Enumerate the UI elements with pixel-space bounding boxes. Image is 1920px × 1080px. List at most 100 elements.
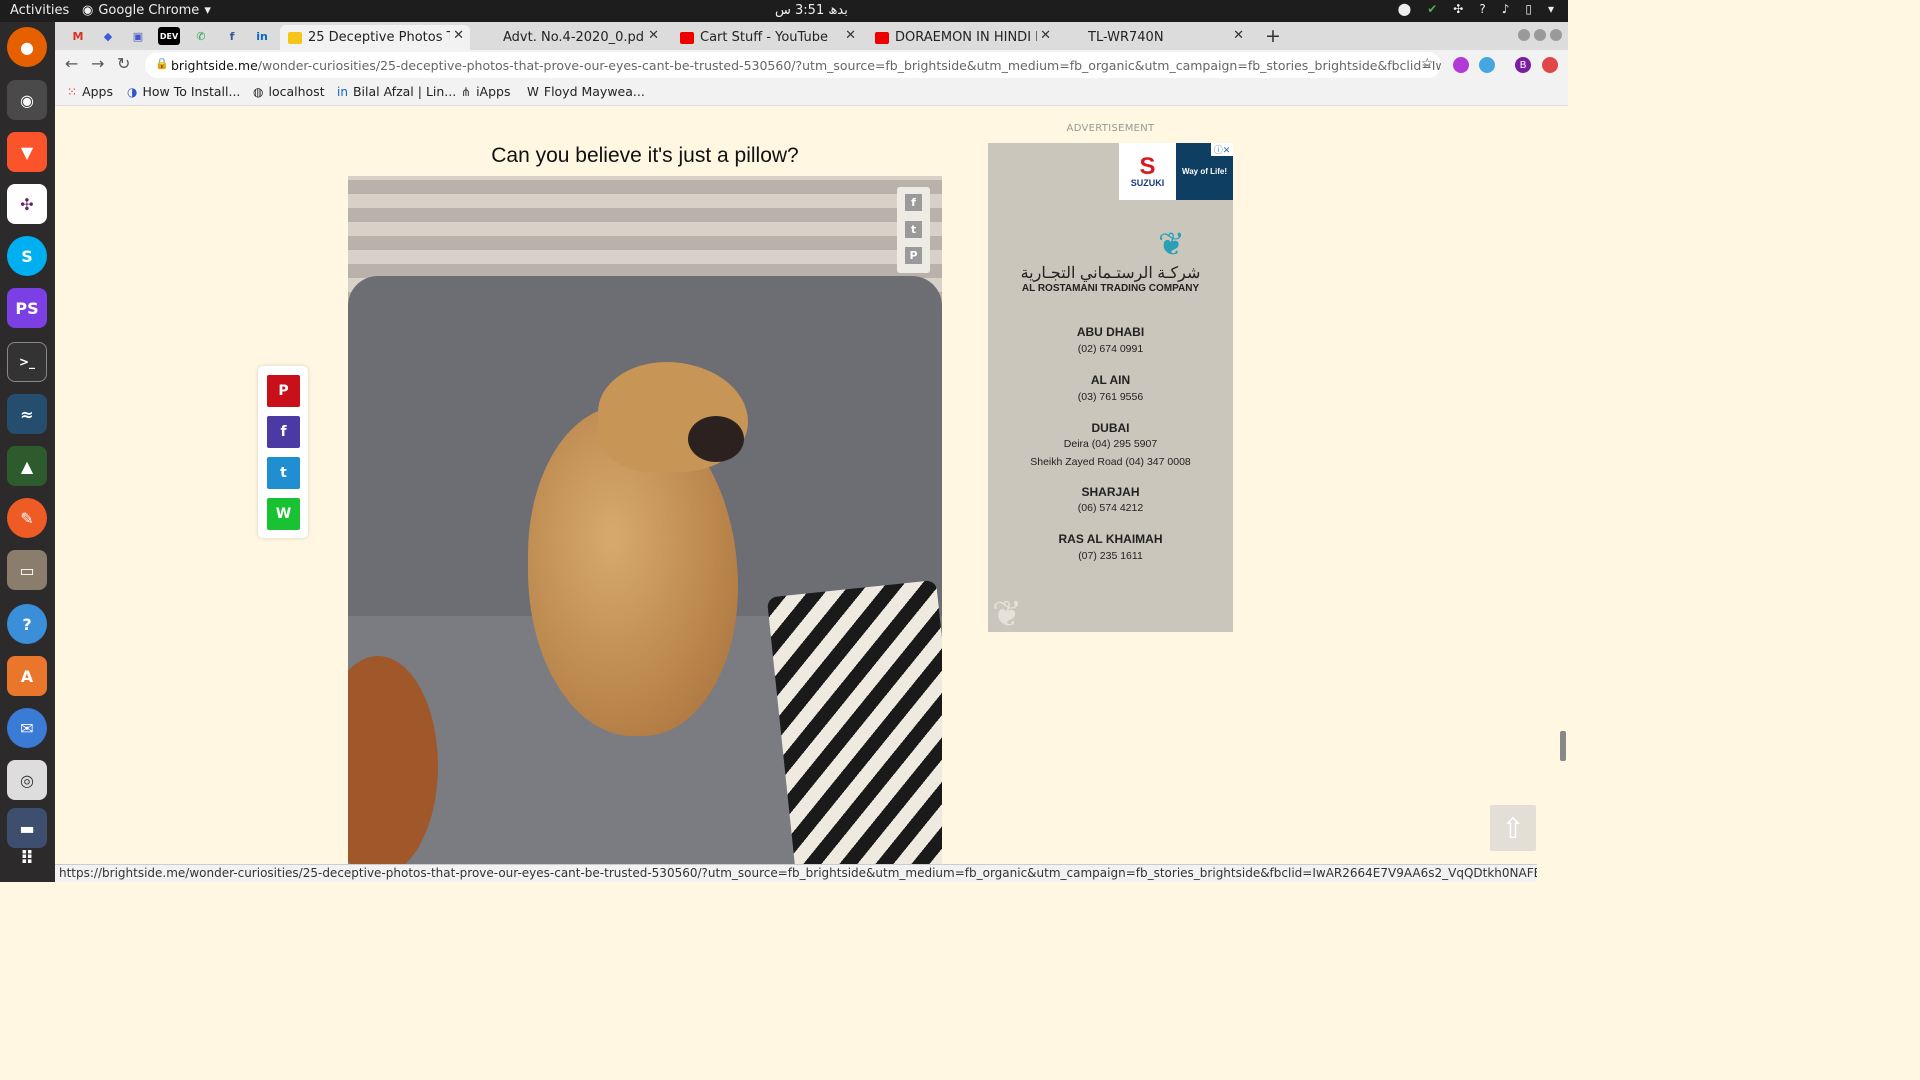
bookmark-favicon: ◑ xyxy=(127,84,138,99)
tab-pdf[interactable]: Advt. No.4-2020_0.pdf ✕ xyxy=(495,25,665,50)
bookmark-star-icon[interactable]: ☆ xyxy=(1421,56,1434,72)
bookmark-apps[interactable]: ⁙ Apps xyxy=(67,84,113,99)
minimize-button[interactable] xyxy=(1518,29,1530,41)
pinned-tab-2[interactable]: ◆ xyxy=(97,27,119,45)
tab-label: Cart Stuff - YouTube xyxy=(700,30,828,45)
pinned-tab-dev[interactable]: DEV xyxy=(158,27,180,45)
software-center-icon[interactable]: A xyxy=(7,656,47,696)
address-bar[interactable]: 🔒 brightside.me/wonder-curiosities/25-de… xyxy=(145,52,1441,78)
close-tab-icon[interactable]: ✕ xyxy=(648,28,659,43)
photo-share-twitter-icon[interactable]: t xyxy=(905,221,922,238)
pinned-tab-facebook[interactable]: f xyxy=(221,27,243,45)
youtube-favicon xyxy=(875,31,889,44)
power-icon[interactable]: ▾ xyxy=(1548,2,1554,16)
photo-share-pinterest-icon[interactable]: P xyxy=(905,247,922,264)
close-tab-icon[interactable]: ✕ xyxy=(453,28,464,43)
search-extension-icon[interactable] xyxy=(1479,57,1495,73)
check-icon[interactable]: ✔ xyxy=(1427,2,1437,16)
bookmark-label: iApps xyxy=(476,84,511,99)
profile-avatar[interactable]: B xyxy=(1515,57,1531,73)
scroll-to-top-button[interactable]: ⇧ xyxy=(1490,805,1536,851)
record-icon[interactable]: ⬤ xyxy=(1398,2,1411,16)
phpstorm-icon[interactable]: PS xyxy=(7,288,47,328)
adchoices-icon[interactable]: ⓘ✕ xyxy=(1211,143,1233,156)
lock-icon[interactable]: 🔒 xyxy=(155,57,169,70)
dog-pillow-snout xyxy=(688,416,744,462)
close-tab-icon[interactable]: ✕ xyxy=(845,28,856,43)
speaker-app-icon[interactable]: ◎ xyxy=(7,760,47,800)
tab-brightside[interactable]: 25 Deceptive Photos That ✕ xyxy=(280,25,470,50)
bookmark-localhost[interactable]: ◍ localhost xyxy=(253,84,325,99)
scrollbar-thumb[interactable] xyxy=(1560,731,1566,761)
dark-mode-extension-icon[interactable] xyxy=(1453,57,1469,73)
terminal-icon[interactable]: >_ xyxy=(7,342,47,382)
tab-label: DORAEMON IN HINDI NE xyxy=(895,30,1037,45)
close-tab-icon[interactable]: ✕ xyxy=(1233,28,1244,43)
thunderbird-icon[interactable]: ✉ xyxy=(7,708,47,748)
bookmark-label: How To Install... xyxy=(142,84,241,99)
firefox-icon[interactable]: ● xyxy=(7,27,47,67)
tab-doraemon[interactable]: DORAEMON IN HINDI NE ✕ xyxy=(867,25,1057,50)
photo-share-facebook-icon[interactable]: f xyxy=(905,194,922,211)
slack-icon[interactable]: ✣ xyxy=(7,184,47,224)
brave-icon[interactable]: ▼ xyxy=(7,132,47,172)
office-phone: Sheikh Zayed Road (04) 347 0008 xyxy=(1030,456,1191,468)
bookmark-linkedin[interactable]: in Bilal Afzal | Lin... xyxy=(337,84,456,99)
tab-label: Advt. No.4-2020_0.pdf xyxy=(503,30,643,45)
pinterest-share-button[interactable]: P xyxy=(267,375,300,407)
bookmarks-bar: ⁙ Apps ◑ How To Install... ◍ localhost in Bi… xyxy=(55,80,1568,106)
show-apps-icon[interactable]: ⠿ xyxy=(7,838,47,878)
zigzag-cushion xyxy=(766,579,942,864)
twitter-share-button[interactable]: t xyxy=(267,457,300,489)
link-status-bar: https://brightside.me/wonder-curiosities… xyxy=(55,864,1537,882)
whatsapp-share-button[interactable]: W xyxy=(267,498,300,530)
files-icon[interactable]: ▭ xyxy=(7,550,47,590)
page-scrollbar[interactable] xyxy=(1558,107,1568,864)
maximize-button[interactable] xyxy=(1534,29,1546,41)
chevron-down-icon: ▾ xyxy=(204,3,211,18)
app-menu-label: Google Chrome xyxy=(98,3,200,18)
back-button[interactable]: ← xyxy=(65,54,78,73)
bookmark-how-to-install[interactable]: ◑ How To Install... xyxy=(127,84,240,99)
update-icon[interactable] xyxy=(1542,57,1558,73)
skype-icon[interactable]: S xyxy=(7,236,47,276)
article-photo[interactable]: f t P xyxy=(348,176,942,864)
bookmark-iapps[interactable]: ⋔ iApps xyxy=(461,84,510,99)
chrome-dock-icon[interactable]: ◉ xyxy=(7,80,47,120)
pinned-tab-gmail[interactable]: M xyxy=(67,27,89,45)
bookmark-floyd[interactable]: W Floyd Maywea... xyxy=(527,84,645,99)
facebook-share-button[interactable]: f xyxy=(267,416,300,448)
apps-grid-icon: ⁙ xyxy=(67,84,78,99)
bird-logo-icon: ❦ xyxy=(1158,226,1185,262)
office-city: AL AIN xyxy=(1090,373,1131,387)
photo-share-panel: f t P xyxy=(897,187,930,273)
help-dock-icon[interactable]: ? xyxy=(7,604,47,644)
system-tray: ⬤ ✔ ✣ ? ♪ ▯ ▾ xyxy=(1398,2,1554,16)
close-tab-icon[interactable]: ✕ xyxy=(1040,28,1051,43)
pinned-tab-linkedin[interactable]: in xyxy=(251,27,273,45)
pinned-tab-3[interactable]: ▣ xyxy=(127,27,149,45)
new-tab-button[interactable]: + xyxy=(1265,25,1281,47)
tab-youtube-cart[interactable]: Cart Stuff - YouTube ✕ xyxy=(672,25,862,50)
slack-tray-icon[interactable]: ✣ xyxy=(1453,2,1463,16)
clock[interactable]: بدھ 3:51 س xyxy=(775,3,848,18)
reload-button[interactable]: ↻ xyxy=(117,54,130,73)
app-menu[interactable]: ◉ Google Chrome ▾ xyxy=(82,3,211,18)
activities-button[interactable]: Activities xyxy=(10,3,69,18)
share-bar: P f t W xyxy=(258,366,308,538)
close-window-button[interactable] xyxy=(1550,29,1562,41)
dock: ● ◉ ▼ ✣ S PS >_ ≈ ▲ ✎ ▭ ? A ✉ ◎ ▬ ⠿ xyxy=(0,22,55,882)
advertisement[interactable]: S SUZUKI Way of Life! ⓘ✕ ❦ شركـة الرستـم… xyxy=(988,143,1233,634)
help-icon[interactable]: ? xyxy=(1479,2,1485,16)
office-city: RAS AL KHAIMAH xyxy=(1058,532,1163,546)
volume-icon[interactable]: ♪ xyxy=(1502,2,1510,16)
pinned-tab-whatsapp[interactable]: ✆ xyxy=(190,27,212,45)
postman-icon[interactable]: ✎ xyxy=(7,498,47,538)
mysql-workbench-icon[interactable]: ≈ xyxy=(7,394,47,434)
browser-toolbar: ← → ↻ 🔒 brightside.me/wonder-curiosities… xyxy=(55,50,1568,80)
forward-button[interactable]: → xyxy=(91,54,104,73)
battery-icon[interactable]: ▯ xyxy=(1525,2,1532,16)
office-phone: (03) 761 9556 xyxy=(1077,391,1144,403)
tab-router[interactable]: TL-WR740N ✕ xyxy=(1080,25,1250,50)
rocket-icon[interactable]: ▲ xyxy=(7,446,47,486)
